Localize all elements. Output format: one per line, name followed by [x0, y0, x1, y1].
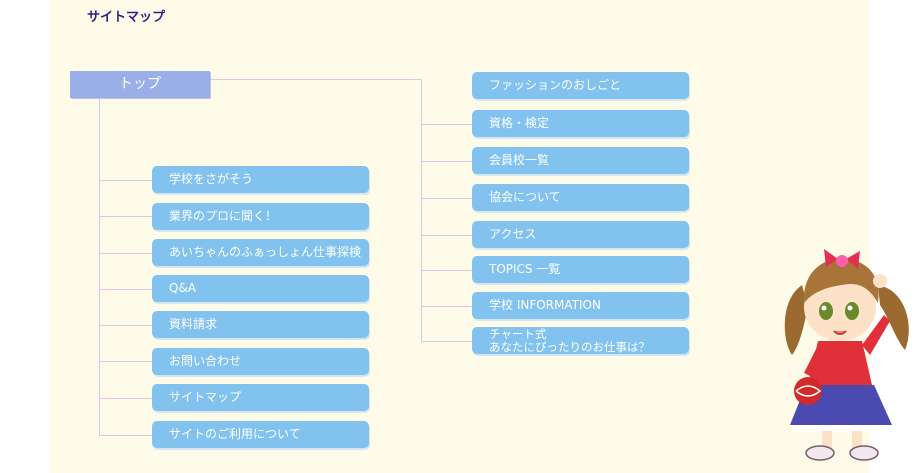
nav-topics-button[interactable]: TOPICS 一覧: [472, 256, 689, 283]
connector-left-branch: [100, 180, 152, 181]
top-link-button[interactable]: トップ: [70, 71, 210, 98]
connector-left-vertical: [99, 98, 100, 436]
nav-job-chart-button[interactable]: チャート式 あなたにぴったりのお仕事は？: [472, 327, 689, 354]
nav-ai-chan-button[interactable]: あいちゃんのふぁっしょん仕事探検: [152, 239, 369, 266]
nav-contact-button[interactable]: お問い合わせ: [152, 348, 369, 375]
nav-fashion-jobs-button[interactable]: ファッションのおしごと: [472, 72, 689, 99]
nav-brochure-request-button[interactable]: 資料請求: [152, 311, 369, 338]
connector-right-branch: [422, 270, 472, 271]
nav-access-button[interactable]: アクセス: [472, 221, 689, 248]
connector-left-branch: [100, 216, 152, 217]
connector-right-branch: [422, 235, 472, 236]
job-chart-label-line2: あなたにぴったりのお仕事は？: [489, 340, 650, 354]
connector-right-branch: [422, 341, 472, 342]
nav-terms-of-use-button[interactable]: サイトのご利用について: [152, 421, 369, 448]
nav-qualifications-button[interactable]: 資格・検定: [472, 110, 689, 137]
connector-left-branch: [100, 398, 152, 399]
connector-left-branch: [100, 361, 152, 362]
connector-left-branch: [100, 325, 152, 326]
connector-left-branch: [100, 289, 152, 290]
page-title: サイトマップ: [87, 10, 166, 25]
nav-about-association-button[interactable]: 協会について: [472, 184, 689, 211]
connector-right-branch: [422, 124, 472, 125]
nav-industry-pro-button[interactable]: 業界のプロに聞く！: [152, 203, 369, 230]
nav-member-schools-button[interactable]: 会員校一覧: [472, 147, 689, 174]
mascot-girl-illustration: [784, 249, 909, 461]
nav-qa-button[interactable]: Q&A: [152, 275, 369, 302]
connector-left-branch: [100, 435, 152, 436]
nav-sitemap-button[interactable]: サイトマップ: [152, 384, 369, 411]
connector-top-horizontal: [210, 79, 422, 80]
connector-right-branch: [422, 306, 472, 307]
connector-right-vertical: [421, 80, 422, 342]
connector-right-branch: [422, 198, 472, 199]
nav-school-search-button[interactable]: 学校をさがそう: [152, 166, 369, 193]
connector-right-branch: [422, 161, 472, 162]
connector-left-branch: [100, 253, 152, 254]
nav-school-information-button[interactable]: 学校 INFORMATION: [472, 292, 689, 319]
